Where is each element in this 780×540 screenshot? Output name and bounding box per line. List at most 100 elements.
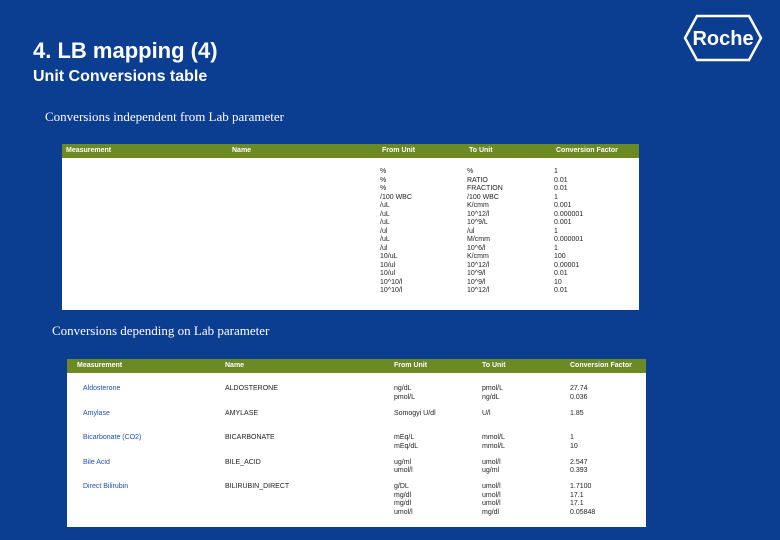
cell-measurement: Aldosterone (83, 385, 121, 392)
cell-factor: 0.000001 (554, 210, 584, 218)
table-row: Direct Bilirubin BILIRUBIN_DIRECT g/DL mg/… (67, 483, 646, 523)
cell-factor: 1.7100 17.1 17.1 0.05848 (570, 483, 596, 516)
cell-to: 10^12/l (467, 210, 490, 218)
cell-to: mmol/L mmol/L (482, 434, 505, 450)
cell-from: 10^10/l (380, 278, 403, 286)
cell-factor: 10 (554, 278, 562, 286)
cell-factor: 27.74 0.036 (570, 385, 588, 401)
cell-from: ug/ml umol/l (394, 458, 413, 475)
cell-from: % (380, 168, 387, 175)
section2-label: Conversions depending on Lab parameter (52, 323, 270, 338)
cell-from: % (380, 176, 387, 184)
table-header: Measurement Name From Unit To Unit Conve… (67, 359, 646, 373)
table-row: Amylase AMYLASE Somogyi U/dl U/l 1.85 (67, 410, 646, 435)
cell-measurement: Bicarbonate (CO2) (83, 434, 142, 441)
page-title: 4. LB mapping (4) (33, 38, 218, 63)
cell-from: 10^10/l (380, 287, 403, 294)
cell-to: pmol/L ng/dL (482, 385, 504, 401)
cell-from: 10/uL (380, 253, 398, 260)
cell-to: umol/l umol/l umol/l mg/dl (482, 483, 501, 516)
table-row: /uL 10^12/l 0.000001 (62, 211, 639, 220)
cell-to: /100 WBC (467, 193, 499, 201)
table-body: %% 1% RATIO 0.01% FRACTION 0.01/100 WBC/100 W… (62, 168, 639, 296)
table-row: /ul/ul 1 (62, 228, 639, 237)
cell-to: umol/l ug/ml (482, 458, 501, 475)
cell-name: BICARBONATE (225, 434, 275, 441)
cell-from: ng/dL pmol/L (394, 385, 416, 401)
col-name: Name (225, 362, 245, 369)
table-row: /ul 10^6/l 1 (62, 245, 639, 254)
cell-name: BILIRUBIN_DIRECT (225, 483, 290, 490)
cell-to: RATIO (467, 176, 488, 184)
cell-factor: 0.01 (554, 185, 568, 192)
unit-conversion-table-independent: Measurement Name From Unit To Unit Conve… (62, 144, 639, 310)
cell-to: K/cmm (467, 202, 489, 209)
table-row: /uL M/cmm 0.000001 (62, 236, 639, 245)
cell-from: mEq/L mEq/dL (394, 434, 419, 450)
cell-to: U/l (482, 409, 491, 417)
table-row: /uL K/cmm 0.001 (62, 202, 639, 211)
cell-factor: 0.01 (554, 176, 568, 184)
cell-factor: 100 (554, 253, 566, 260)
col-to-unit: To Unit (482, 362, 506, 369)
col-conversion-factor: Conversion Factor (570, 362, 632, 369)
cell-name: BILE_ACID (225, 458, 261, 466)
cell-from: /ul (380, 227, 388, 235)
table-row: 10/ul 10^12/l 0.00001 (62, 262, 639, 271)
table-row: %% 1 (62, 168, 639, 177)
cell-name: AMYLASE (225, 409, 259, 417)
cell-from: /uL (380, 219, 390, 226)
page-subtitle: Unit Conversions table (33, 68, 208, 85)
table-row: 10/uL K/cmm 100 (62, 253, 639, 262)
cell-factor: 1 10 (570, 434, 578, 450)
cell-factor: 0.01 (554, 270, 568, 277)
cell-from: Somogyi U/dl (394, 409, 436, 417)
cell-to: % (467, 168, 474, 175)
cell-measurement: Amylase (83, 409, 110, 417)
cell-factor: 0.001 (554, 219, 572, 226)
col-from-unit: From Unit (394, 362, 428, 369)
cell-to: 10^9/l (467, 278, 486, 286)
col-to-unit: To Unit (469, 147, 493, 154)
col-name: Name (232, 147, 252, 154)
table-header: Measurement Name From Unit To Unit Conve… (62, 144, 639, 158)
cell-to: 10^12/l (467, 287, 490, 294)
cell-from: /ul (380, 244, 388, 252)
section1-label: Conversions independent from Lab paramet… (45, 109, 284, 124)
unit-conversion-table-dependent: Measurement Name From Unit To Unit Conve… (67, 359, 646, 527)
cell-factor: 1 (554, 244, 558, 252)
cell-factor: 1 (554, 227, 558, 235)
table-body: Aldosterone ALDOSTERONE ng/dL pmol/L pmol/L… (67, 385, 646, 523)
cell-to: 10^9/L (467, 219, 488, 226)
cell-to: /ul (467, 227, 475, 235)
col-from-unit: From Unit (382, 147, 416, 154)
cell-to: K/cmm (467, 253, 489, 260)
roche-logo: Roche (683, 14, 763, 62)
cell-name: ALDOSTERONE (225, 385, 278, 392)
table-row: /100 WBC/100 WBC 1 (62, 194, 639, 203)
cell-to: 10^9/l (467, 270, 486, 277)
table-row: /uL 10^9/L 0.001 (62, 219, 639, 228)
cell-factor: 1 (554, 193, 558, 201)
col-measurement: Measurement (66, 147, 112, 154)
cell-factor: 1.85 (570, 409, 584, 417)
cell-from: % (380, 185, 387, 192)
cell-factor: 0.00001 (554, 261, 580, 269)
cell-from: /uL (380, 202, 390, 209)
cell-factor: 0.001 (554, 202, 572, 209)
cell-measurement: Direct Bilirubin (83, 483, 129, 490)
cell-from: 10/ul (380, 261, 396, 269)
col-measurement: Measurement (77, 362, 123, 369)
table-row: Aldosterone ALDOSTERONE ng/dL pmol/L pmol/L… (67, 385, 646, 410)
table-row: 10^10/l 10^12/l 0.01 (62, 287, 639, 296)
cell-to: M/cmm (467, 236, 490, 243)
cell-to: 10^6/l (467, 244, 486, 252)
table-row: Bile Acid BILE_ACID ug/ml umol/l umol/l ug/… (67, 459, 646, 484)
table-row: 10/ul 10^9/l 0.01 (62, 270, 639, 279)
cell-from: 10/ul (380, 270, 396, 277)
cell-factor: 0.01 (554, 287, 568, 294)
table-row: Bicarbonate (CO2) BICARBONATE mEq/L mEq/dL… (67, 434, 646, 459)
roche-logo-text: Roche (692, 28, 753, 50)
cell-from: /uL (380, 236, 390, 243)
cell-to: FRACTION (467, 185, 503, 192)
